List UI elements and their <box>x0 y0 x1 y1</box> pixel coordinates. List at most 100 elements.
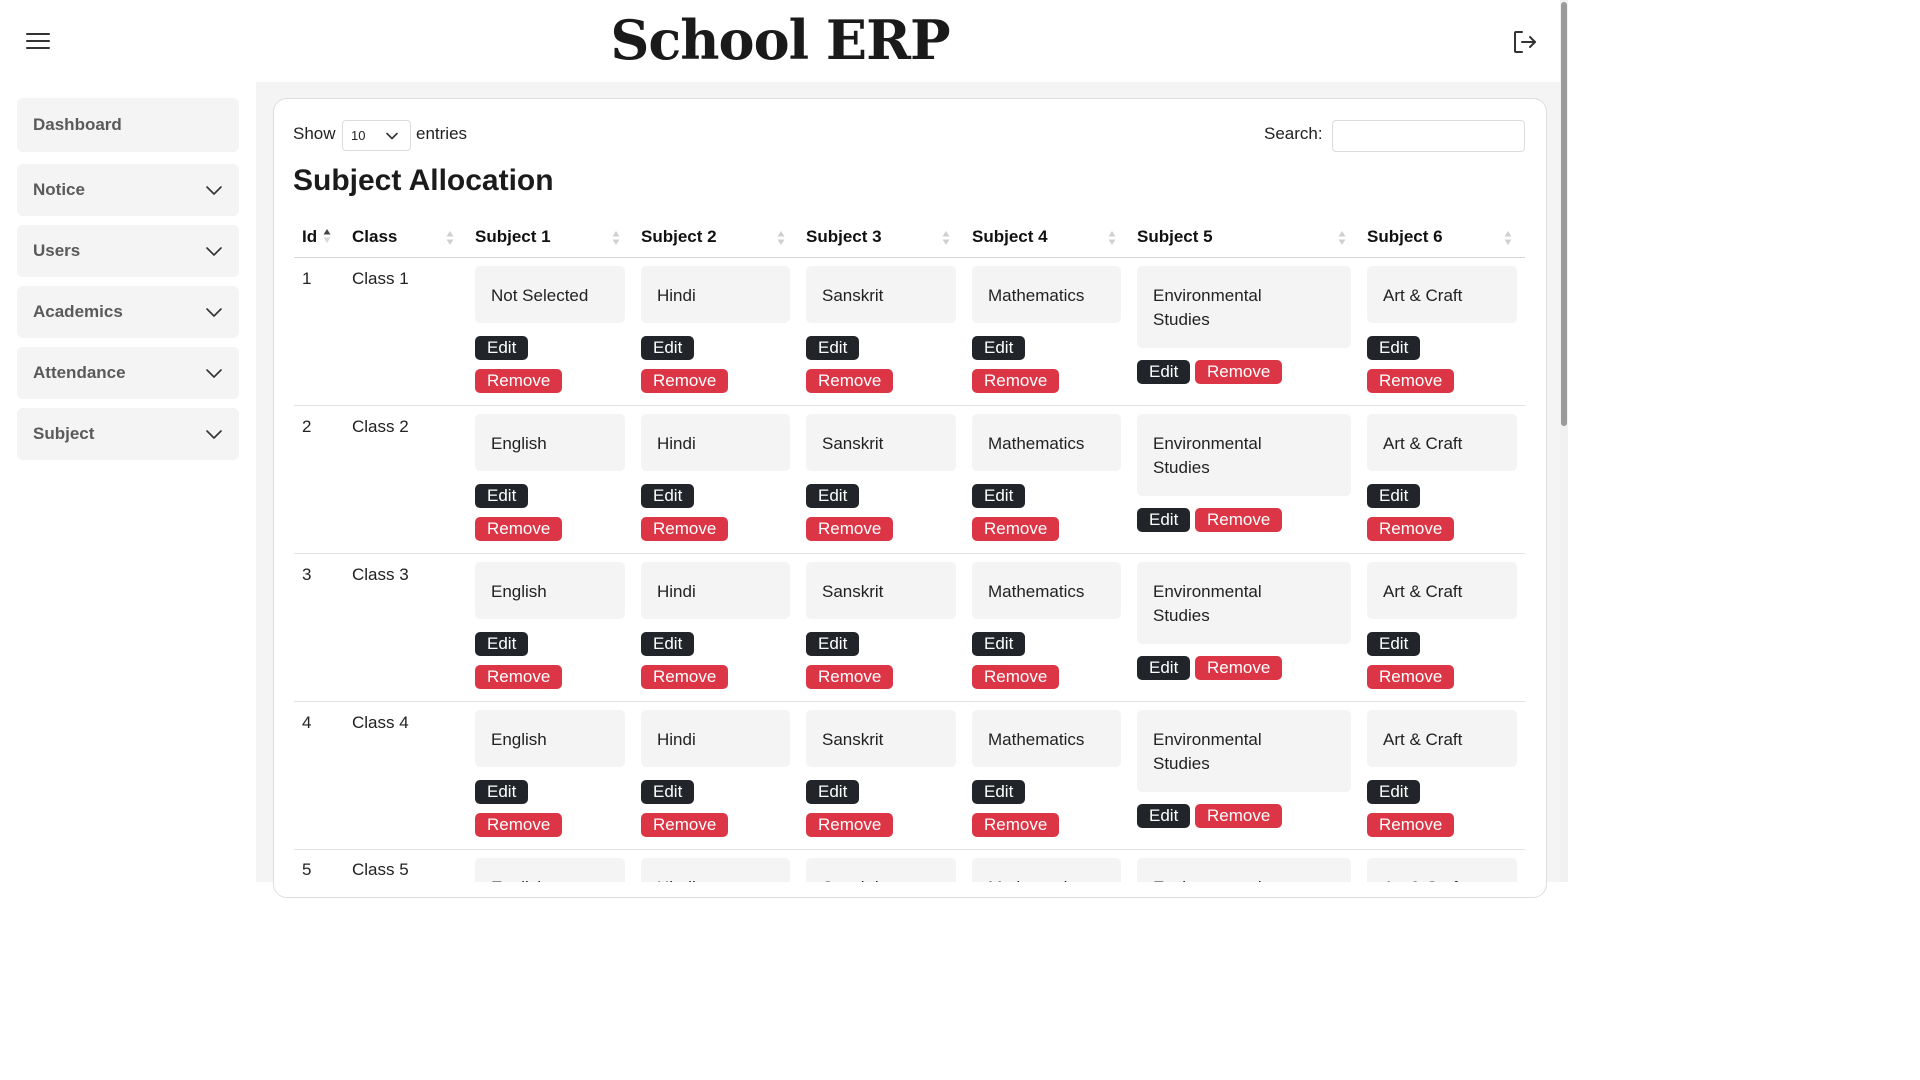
column-header-class[interactable]: Class <box>352 227 397 247</box>
remove-button[interactable]: Remove <box>475 813 563 837</box>
column-header-subject-6[interactable]: Subject 6 <box>1367 227 1443 247</box>
subject-2-value: Hindi <box>641 266 790 323</box>
subject-5-value: Environmental Studies <box>1137 266 1351 348</box>
sidebar: Dashboard Notice Users Academics Attenda… <box>0 82 256 882</box>
remove-button[interactable]: Remove <box>972 517 1060 541</box>
edit-button[interactable]: Edit <box>475 484 529 508</box>
row-class: Class 4 <box>352 713 409 732</box>
subject-4-value: Mathematics <box>972 266 1121 323</box>
subject-4-value: Mathematics <box>972 710 1121 767</box>
remove-button[interactable]: Remove <box>972 369 1060 393</box>
subject-2-value: Hindi <box>641 710 790 767</box>
subject-2-value: Hindi <box>641 858 790 882</box>
subject-1-value: English <box>475 562 625 619</box>
remove-button[interactable]: Remove <box>641 665 729 689</box>
sidebar-item-label: Dashboard <box>33 115 122 134</box>
subject-3-value: Sanskrit <box>806 414 956 471</box>
sidebar-item-users[interactable]: Users <box>17 225 239 277</box>
sidebar-item-label: Academics <box>33 302 123 321</box>
remove-button[interactable]: Remove <box>1195 360 1283 384</box>
edit-button[interactable]: Edit <box>1367 484 1421 508</box>
edit-button[interactable]: Edit <box>641 484 695 508</box>
edit-button[interactable]: Edit <box>806 484 860 508</box>
row-id: 4 <box>302 713 312 732</box>
table-row: 5 Class 5 English Hindi Sanskrit Mathema… <box>294 850 1525 882</box>
remove-button[interactable]: Remove <box>806 517 894 541</box>
sidebar-item-academics[interactable]: Academics <box>17 286 239 338</box>
remove-button[interactable]: Remove <box>1367 665 1455 689</box>
scrollbar-thumb[interactable] <box>1561 2 1567 426</box>
remove-button[interactable]: Remove <box>806 813 894 837</box>
entries-per-page-select[interactable]: 10 <box>342 120 411 151</box>
remove-button[interactable]: Remove <box>1367 369 1455 393</box>
subject-3-value: Sanskrit <box>806 266 956 323</box>
edit-button[interactable]: Edit <box>1137 804 1191 828</box>
table-header: Id Class Subject 1 Subject 2 Subject 3 S… <box>294 219 1525 258</box>
subject-1-value: English <box>475 710 625 767</box>
edit-button[interactable]: Edit <box>641 336 695 360</box>
subject-5-value: Environmental Studies <box>1137 710 1351 792</box>
subject-6-value: Art & Craft <box>1367 858 1517 882</box>
edit-button[interactable]: Edit <box>475 632 529 656</box>
subject-6-value: Art & Craft <box>1367 710 1517 767</box>
column-header-subject-5[interactable]: Subject 5 <box>1137 227 1213 247</box>
row-class: Class 1 <box>352 269 409 288</box>
edit-button[interactable]: Edit <box>972 780 1026 804</box>
edit-button[interactable]: Edit <box>1367 336 1421 360</box>
remove-button[interactable]: Remove <box>475 665 563 689</box>
edit-button[interactable]: Edit <box>806 632 860 656</box>
edit-button[interactable]: Edit <box>475 336 529 360</box>
sidebar-item-subject[interactable]: Subject <box>17 408 239 460</box>
edit-button[interactable]: Edit <box>1367 632 1421 656</box>
column-header-subject-2[interactable]: Subject 2 <box>641 227 717 247</box>
logout-icon[interactable] <box>1512 29 1538 55</box>
edit-button[interactable]: Edit <box>1137 360 1191 384</box>
edit-button[interactable]: Edit <box>972 336 1026 360</box>
row-id: 3 <box>302 565 312 584</box>
search-label: Search: <box>1264 124 1323 143</box>
remove-button[interactable]: Remove <box>641 517 729 541</box>
remove-button[interactable]: Remove <box>972 665 1060 689</box>
column-header-subject-1[interactable]: Subject 1 <box>475 227 551 247</box>
remove-button[interactable]: Remove <box>972 813 1060 837</box>
edit-button[interactable]: Edit <box>972 632 1026 656</box>
sidebar-item-attendance[interactable]: Attendance <box>17 347 239 399</box>
subject-1-value: English <box>475 858 625 882</box>
edit-button[interactable]: Edit <box>475 780 529 804</box>
edit-button[interactable]: Edit <box>1137 508 1191 532</box>
edit-button[interactable]: Edit <box>1137 656 1191 680</box>
column-header-subject-4[interactable]: Subject 4 <box>972 227 1048 247</box>
remove-button[interactable]: Remove <box>1367 517 1455 541</box>
remove-button[interactable]: Remove <box>806 369 894 393</box>
subject-4-value: Mathematics <box>972 858 1121 882</box>
sort-icon <box>777 231 785 245</box>
edit-button[interactable]: Edit <box>806 336 860 360</box>
remove-button[interactable]: Remove <box>1195 804 1283 828</box>
remove-button[interactable]: Remove <box>641 369 729 393</box>
remove-button[interactable]: Remove <box>641 813 729 837</box>
edit-button[interactable]: Edit <box>972 484 1026 508</box>
remove-button[interactable]: Remove <box>475 517 563 541</box>
row-class: Class 3 <box>352 565 409 584</box>
sidebar-item-dashboard[interactable]: Dashboard <box>17 98 239 152</box>
edit-button[interactable]: Edit <box>641 632 695 656</box>
column-header-subject-3[interactable]: Subject 3 <box>806 227 882 247</box>
subject-5-value: Environmental Studies <box>1137 858 1351 882</box>
edit-button[interactable]: Edit <box>641 780 695 804</box>
row-id: 5 <box>302 860 312 879</box>
chevron-down-icon <box>206 308 222 317</box>
remove-button[interactable]: Remove <box>806 665 894 689</box>
column-header-id[interactable]: Id <box>302 227 317 247</box>
remove-button[interactable]: Remove <box>1367 813 1455 837</box>
edit-button[interactable]: Edit <box>1367 780 1421 804</box>
remove-button[interactable]: Remove <box>1195 656 1283 680</box>
subject-1-value: Not Selected <box>475 266 625 323</box>
app-title: School ERP <box>610 8 950 72</box>
page-title: Subject Allocation <box>293 164 554 197</box>
search-input[interactable] <box>1332 120 1525 152</box>
remove-button[interactable]: Remove <box>1195 508 1283 532</box>
subject-4-value: Mathematics <box>972 562 1121 619</box>
remove-button[interactable]: Remove <box>475 369 563 393</box>
sidebar-item-notice[interactable]: Notice <box>17 164 239 216</box>
edit-button[interactable]: Edit <box>806 780 860 804</box>
